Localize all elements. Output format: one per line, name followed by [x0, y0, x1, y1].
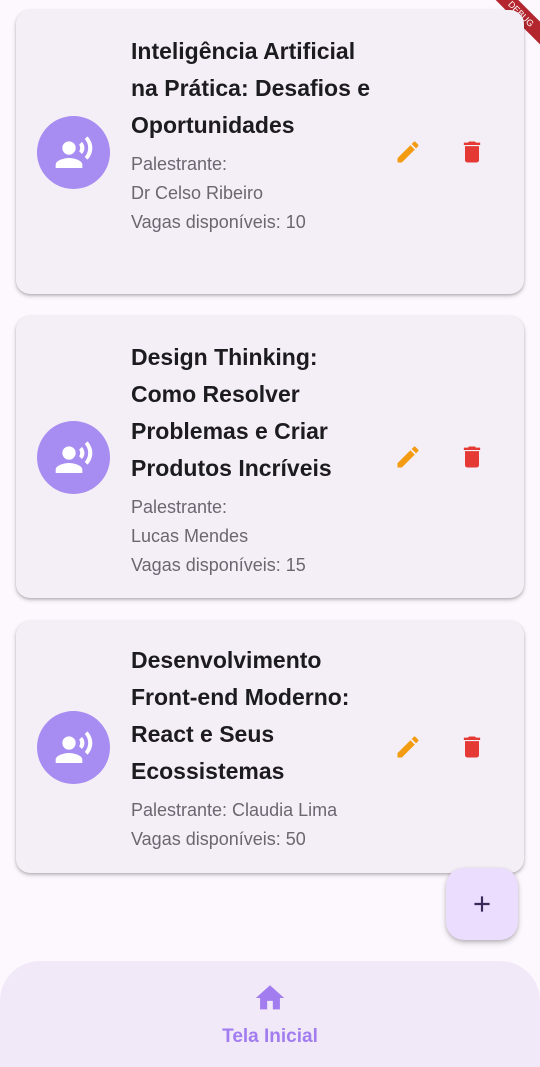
speaker-label: Palestrante: Claudia Lima [131, 800, 338, 820]
event-card[interactable]: Design Thinking: Como Resolver Problemas… [16, 316, 524, 598]
trash-icon [463, 141, 481, 163]
event-info: Inteligência Artificial na Prática: Desa… [131, 33, 381, 237]
pencil-icon [397, 446, 419, 468]
edit-button[interactable] [390, 729, 426, 765]
record-voice-over-icon [37, 711, 110, 784]
trash-icon [463, 446, 481, 468]
speaker-label: Palestrante: [131, 497, 228, 517]
bottom-navigation: Tela Inicial [0, 961, 540, 1067]
pencil-icon [397, 736, 419, 758]
record-voice-over-icon [37, 116, 110, 189]
delete-button[interactable] [454, 134, 490, 170]
delete-button[interactable] [454, 439, 490, 475]
home-icon [252, 981, 288, 1020]
add-event-button[interactable] [446, 868, 518, 940]
available-slots: Vagas disponíveis: 15 [131, 555, 306, 575]
speaker-label: Palestrante: [131, 154, 228, 174]
speaker-name: Dr Celso Ribeiro [131, 183, 264, 203]
event-title: Inteligência Artificial na Prática: Desa… [131, 38, 371, 138]
available-slots: Vagas disponíveis: 50 [131, 829, 306, 849]
event-card[interactable]: Inteligência Artificial na Prática: Desa… [16, 10, 524, 294]
event-info: Desenvolvimento Front-end Moderno: React… [131, 642, 381, 854]
available-slots: Vagas disponíveis: 10 [131, 212, 306, 232]
event-details: Palestrante: Claudia Lima Vagas disponív… [131, 796, 381, 854]
delete-button[interactable] [454, 729, 490, 765]
event-details: Palestrante: Dr Celso Ribeiro Vagas disp… [131, 150, 381, 237]
record-voice-over-icon [37, 421, 110, 494]
event-details: Palestrante: Lucas Mendes Vagas disponív… [131, 493, 381, 580]
edit-button[interactable] [390, 439, 426, 475]
pencil-icon [397, 141, 419, 163]
trash-icon [463, 736, 481, 758]
event-card[interactable]: Desenvolvimento Front-end Moderno: React… [16, 621, 524, 873]
speaker-name: Lucas Mendes [131, 526, 249, 546]
edit-button[interactable] [390, 134, 426, 170]
nav-item-home[interactable]: Tela Inicial [200, 981, 340, 1051]
event-title: Design Thinking: Como Resolver Problemas… [131, 344, 332, 481]
plus-icon [474, 896, 490, 912]
event-title: Desenvolvimento Front-end Moderno: React… [131, 647, 350, 784]
nav-item-label: Tela Inicial [222, 1026, 318, 1047]
event-info: Design Thinking: Como Resolver Problemas… [131, 339, 381, 580]
app-screen: DEBUG Inteligência Artificial na Prática… [0, 0, 540, 1067]
